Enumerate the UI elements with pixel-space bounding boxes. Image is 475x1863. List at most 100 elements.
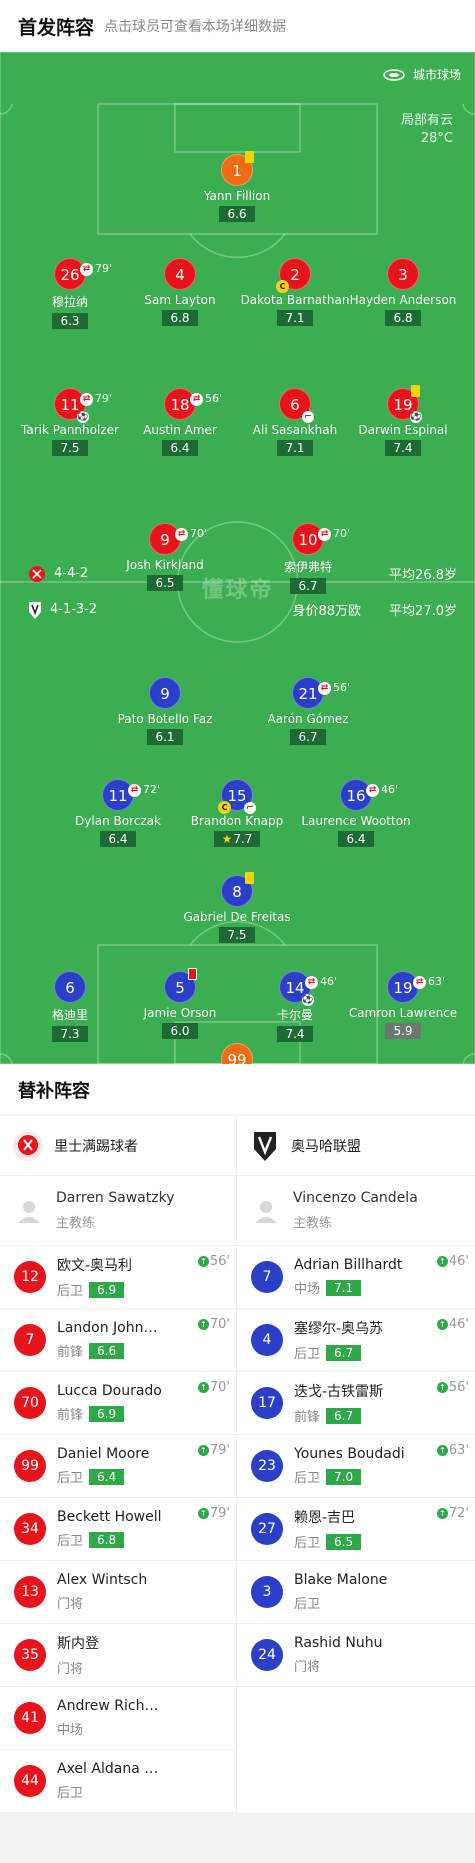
sub-player-name: 赖恩-吉巴	[294, 1510, 356, 1526]
home-player[interactable]: 1 Yann Fillion 6.6	[157, 151, 317, 222]
away-player[interactable]: 8 Gabriel De Freitas 7.5	[157, 872, 317, 943]
rating-wrap: 7.4	[323, 437, 475, 456]
sub-player-info: Alex Wintsch 门将	[57, 1572, 147, 1612]
sub-player-name: 斯内登	[57, 1636, 99, 1652]
shirt-number: 23	[251, 1450, 283, 1482]
player-rating: 6.0	[162, 1023, 198, 1039]
sub-player-info: Blake Malone 后卫	[294, 1572, 387, 1612]
rating-wrap: 6.1	[85, 726, 245, 745]
position-label: 后卫	[294, 1347, 321, 1362]
position-label: 后卫	[294, 1471, 321, 1486]
away-player[interactable]: 99科尔-詹森6.7	[157, 1043, 317, 1064]
sub-player-row[interactable]: 70 Lucca Dourado 前锋 6.9 ↑ 70'	[0, 1372, 236, 1435]
sub-player-position: 门将	[294, 1656, 382, 1675]
home-coach[interactable]: Darren Sawatzky 主教练	[0, 1176, 236, 1246]
sub-player-row[interactable]: 23 Younes Boudadi 后卫 7.0 ↑ 63'	[237, 1435, 475, 1498]
sub-player-row[interactable]: 44 Axel Aldana … 后卫	[0, 1750, 236, 1813]
player-name: Aarón Gómez	[267, 712, 349, 726]
home-player[interactable]: 19 ⚽ Darwin Espinal 7.4	[323, 385, 475, 456]
rating-value: 6.4	[108, 832, 128, 846]
shirt-number: 11 ⇄ 79' ⚽	[54, 388, 112, 423]
sub-player-position: 后卫 6.9	[57, 1280, 132, 1299]
away-player[interactable]: 19 ⇄ 63' Camron Lawrence 5.9	[323, 971, 475, 1039]
subs-home-column: 里士满踢球者 Darren Sawatzky 主教练 12 欧文-奥马利 后卫 6.9…	[0, 1116, 237, 1813]
sub-player-info: Younes Boudadi 后卫 7.0	[294, 1446, 405, 1486]
home-player[interactable]: 9 ⇄ 70' Josh Kirkland 6.5	[85, 523, 245, 591]
sub-player-row[interactable]: 99 Daniel Moore 后卫 6.4 ↑ 79'	[0, 1435, 236, 1498]
rating-value: 6.8	[170, 311, 190, 325]
sub-player-info: Daniel Moore 后卫 6.4	[57, 1446, 149, 1486]
rating-wrap: 6.6	[157, 203, 317, 222]
sub-player-name: Lucca Dourado	[57, 1383, 162, 1399]
sub-player-name: Axel Aldana …	[57, 1761, 159, 1777]
sub-player-name: Blake Malone	[294, 1572, 388, 1588]
player-rating: 6.4	[162, 440, 198, 456]
sub-player-position: 前锋 6.6	[57, 1341, 157, 1360]
sub-on-arrow-icon: ↑	[197, 1445, 209, 1456]
sub-player-name: Rashid Nuhu	[294, 1635, 383, 1651]
sub-player-row[interactable]: 7 Adrian Billhardt 中场 7.1 ↑ 46'	[237, 1246, 475, 1309]
player-rating: 5.9	[385, 1023, 421, 1039]
rating-value: 6.7	[298, 579, 318, 593]
home-avg-age: 平均26.8岁	[389, 568, 457, 583]
sub-player-name: Daniel Moore	[57, 1446, 150, 1462]
sub-player-row[interactable]: 12 欧文-奥马利 后卫 6.9 ↑ 56'	[0, 1246, 236, 1309]
sub-player-row[interactable]: 7 Landon John… 前锋 6.6 ↑ 70'	[0, 1309, 236, 1372]
home-player[interactable]: 10 ⇄ 70' 索伊弗特 6.7	[228, 523, 388, 594]
subs-away-team[interactable]: 奥马哈联盟	[237, 1116, 475, 1176]
player-name: Laurence Wootton	[301, 814, 411, 828]
player-name: Darwin Espinal	[358, 423, 448, 437]
yellow-card-icon	[411, 385, 420, 397]
shirt-number: 21 ⇄ 56'	[292, 677, 350, 709]
away-player[interactable]: 9 Pato Botello Faz 6.1	[85, 677, 245, 745]
sub-player-row[interactable]: 17 迭戈-古铁雷斯 前锋 6.7 ↑ 56'	[237, 1372, 475, 1435]
away-team-badge-icon	[29, 601, 41, 619]
away-player[interactable]: 16 ⇄ 46' Laurence Wootton 6.4	[276, 779, 436, 847]
sub-player-position: 后卫 6.7	[294, 1343, 383, 1362]
weather-desc: 局部有云	[400, 113, 453, 128]
rating-value: 6.8	[393, 311, 413, 325]
sub-on-arrow-icon: ↑	[197, 1256, 209, 1267]
sub-player-row[interactable]: 3 Blake Malone 后卫	[237, 1561, 475, 1624]
sub-player-row[interactable]: 27 赖恩-吉巴 后卫 6.5 ↑ 72'	[237, 1498, 475, 1561]
shirt-number: 1	[221, 151, 254, 186]
sub-player-row[interactable]: 41 Andrew Rich… 中场	[0, 1687, 236, 1750]
player-name: Pato Botello Faz	[117, 712, 213, 726]
home-player[interactable]: 3 Hayden Anderson 6.8	[323, 258, 475, 326]
player-name: Josh Kirkland	[126, 558, 204, 572]
rating-wrap: 6.5	[85, 572, 245, 591]
sub-off-marker: ⇄ 63'	[413, 966, 445, 998]
shirt-number: 11 ⇄ 72'	[102, 779, 160, 811]
rating-value: 6.5	[155, 576, 175, 590]
sub-player-position: 后卫	[294, 1593, 387, 1612]
sub-player-row[interactable]: 24 Rashid Nuhu 门将	[237, 1624, 475, 1687]
sub-on-minute: 79'	[209, 1506, 230, 1521]
sub-player-row[interactable]: 4 塞缪尔-奥乌苏 后卫 6.7 ↑ 46'	[237, 1309, 475, 1372]
rating-value: 6.3	[60, 314, 80, 328]
sub-on-minute: 79'	[209, 1443, 230, 1458]
shirt-number: 24	[251, 1639, 283, 1671]
weather: 局部有云 28°C	[401, 112, 453, 148]
player-rating: 7.1	[277, 310, 313, 326]
away-formation-row: 4-1-3-2 身价88万欧 平均27.0岁	[28, 600, 457, 619]
away-player[interactable]: 21 ⇄ 56' Aarón Gómez 6.7	[228, 677, 388, 745]
position-label: 后卫	[294, 1536, 321, 1551]
away-coach[interactable]: Vincenzo Candela 主教练	[237, 1176, 475, 1246]
away-avg-age: 平均27.0岁	[389, 604, 457, 619]
player-rating: 6.3	[52, 313, 88, 329]
sub-player-row[interactable]: 13 Alex Wintsch 门将	[0, 1561, 236, 1624]
sub-player-row[interactable]: 34 Beckett Howell 后卫 6.8 ↑ 79'	[0, 1498, 236, 1561]
sub-player-name: 迭戈-古铁雷斯	[294, 1384, 384, 1400]
shirt-number: 18 ⇄ 56'	[164, 388, 222, 420]
player-rating: 6.4	[338, 831, 374, 847]
sub-off-icon: ⇄	[318, 681, 331, 695]
shirt-number: 15 ⌐ C	[218, 779, 256, 814]
sub-on-arrow-icon: ↑	[197, 1382, 209, 1393]
shirt-number: 19 ⚽	[387, 385, 422, 423]
position-label: 门将	[294, 1660, 321, 1675]
sub-player-row[interactable]: 35 斯内登 门将	[0, 1624, 236, 1687]
subs-home-team[interactable]: 里士满踢球者	[0, 1116, 236, 1176]
rating-value: 7.4	[285, 1027, 305, 1041]
shirt-number: 5	[164, 968, 197, 1003]
sub-player-name: 欧文-奥马利	[57, 1258, 133, 1274]
